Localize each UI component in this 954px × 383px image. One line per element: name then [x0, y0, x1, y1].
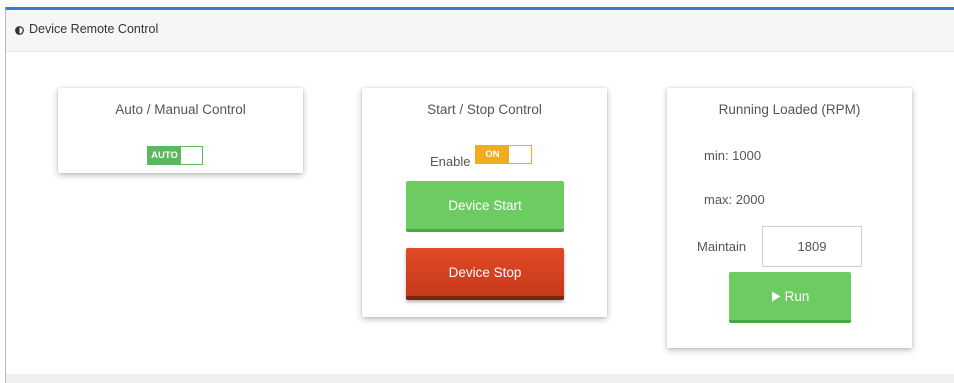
- panel-header: Device Remote Control: [6, 10, 954, 52]
- enable-label: Enable: [430, 154, 471, 169]
- start-stop-title: Start / Stop Control: [427, 102, 542, 117]
- enable-toggle-label: ON: [476, 146, 509, 163]
- auto-toggle-label: AUTO: [148, 147, 181, 164]
- device-remote-control-panel: Device Remote Control Auto / Manual Cont…: [5, 7, 954, 383]
- panel-footer: [6, 374, 954, 383]
- rpm-min: min: 1000: [704, 148, 762, 163]
- start-stop-card: Start / Stop Control Enable ON Device St…: [362, 88, 607, 317]
- auto-manual-toggle[interactable]: AUTO: [147, 146, 203, 165]
- maintain-label: Maintain: [697, 239, 747, 254]
- maintain-rpm-input[interactable]: 1809: [762, 226, 862, 267]
- device-stop-button[interactable]: Device Stop: [406, 248, 564, 300]
- toggle-knob: [509, 146, 531, 163]
- run-button-label: Run: [784, 288, 810, 304]
- auto-manual-title: Auto / Manual Control: [115, 102, 246, 117]
- toggle-knob: [181, 147, 202, 164]
- run-button[interactable]: Run: [729, 272, 851, 323]
- auto-manual-card: Auto / Manual Control AUTO: [58, 88, 303, 173]
- rpm-title: Running Loaded (RPM): [718, 102, 861, 117]
- panel-title: Device Remote Control: [29, 22, 159, 36]
- device-start-button[interactable]: Device Start: [406, 181, 564, 232]
- rpm-max: max: 2000: [704, 192, 765, 207]
- half-circle-icon: [15, 26, 24, 35]
- running-loaded-card: Running Loaded (RPM) min: 1000 max: 2000…: [667, 88, 912, 348]
- enable-toggle[interactable]: ON: [475, 145, 532, 164]
- play-icon: [771, 291, 781, 301]
